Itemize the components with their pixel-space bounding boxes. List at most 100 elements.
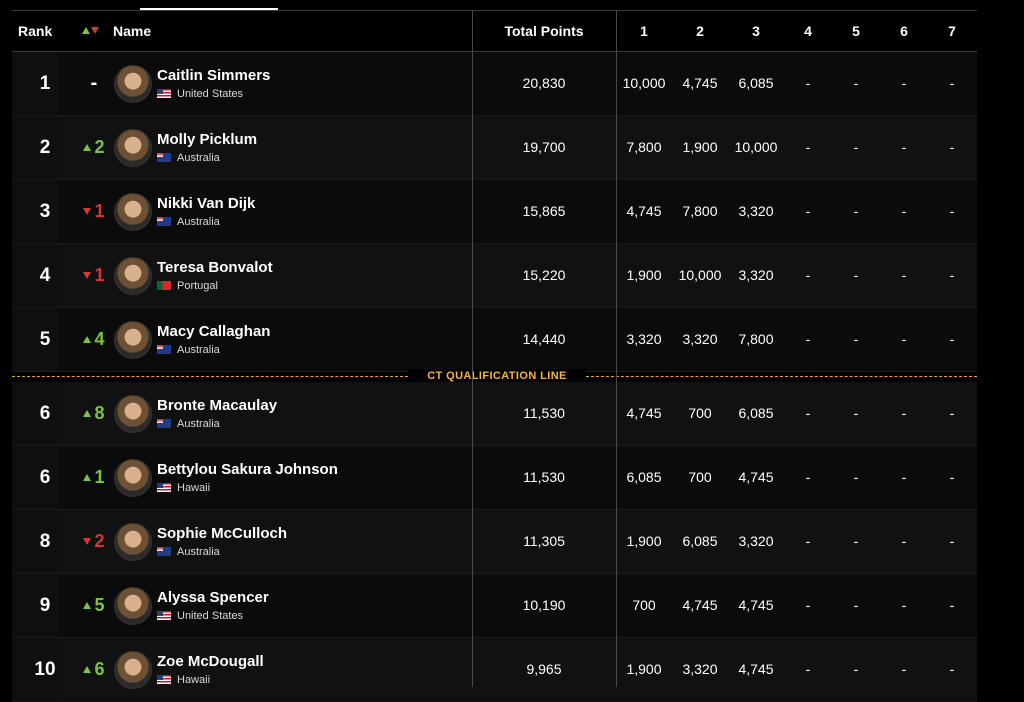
event-2-points-cell: 700 <box>688 469 712 485</box>
qualification-label: CT QUALIFICATION LINE <box>408 369 586 383</box>
event-6-column-header[interactable]: 6 <box>880 11 928 51</box>
rank-change: 1 <box>74 446 114 509</box>
athlete-name[interactable]: Teresa Bonvalot <box>157 259 273 276</box>
athlete-country: Australia <box>157 216 220 228</box>
event-5-column-header[interactable]: 5 <box>832 11 880 51</box>
table-row[interactable]: 10 6 Zoe McDougall Hawaii 9,965 1,900 3,320 4,7… <box>12 638 977 702</box>
table-row[interactable]: 4 1 Teresa Bonvalot Portugal 15,220 1,900 10,0… <box>12 244 977 308</box>
event-3-points-cell: 3,320 <box>738 533 774 549</box>
event-6-points-cell: - <box>901 267 907 283</box>
athlete-country: Australia <box>157 152 220 164</box>
rank-change: 1 <box>74 244 114 307</box>
event-2-points-cell: 4,745 <box>682 597 718 613</box>
rank-change: 8 <box>74 382 114 445</box>
rank-column-header[interactable]: Rank <box>18 11 52 51</box>
event-7-points-cell: - <box>949 661 955 677</box>
event-4-points-cell: - <box>805 661 811 677</box>
athlete-avatar[interactable] <box>114 193 152 231</box>
event-7-points-cell: - <box>949 469 955 485</box>
event-2-points-cell: 4,745 <box>682 75 718 91</box>
total-points-cell: 19,700 <box>522 139 566 155</box>
au-flag-icon <box>157 547 171 556</box>
event-4-points-cell: - <box>805 75 811 91</box>
event-2-points-cell: 7,800 <box>682 203 718 219</box>
athlete-name[interactable]: Macy Callaghan <box>157 323 270 340</box>
table-row[interactable]: 6 1 Bettylou Sakura Johnson Hawaii 11,530 6,0… <box>12 446 977 510</box>
table-row[interactable]: 3 1 Nikki Van Dijk Australia 15,865 4,745 7,80… <box>12 180 977 244</box>
up-arrow-icon <box>83 474 92 481</box>
rank-change: 4 <box>74 308 114 371</box>
athlete-name[interactable]: Zoe McDougall <box>157 653 264 670</box>
rank-cell: 1 <box>39 73 51 94</box>
rank-cell: 3 <box>39 201 51 222</box>
event-5-points-cell: - <box>853 203 859 219</box>
rank-cell: 6 <box>39 467 51 488</box>
movement-sort-icon[interactable] <box>82 11 102 51</box>
au-flag-icon <box>157 345 171 354</box>
event-5-points-cell: - <box>853 661 859 677</box>
event-1-points-cell: 7,800 <box>626 139 662 155</box>
total-points-cell: 9,965 <box>526 661 562 677</box>
athlete-avatar[interactable] <box>114 129 152 167</box>
athlete-country: Hawaii <box>157 482 210 494</box>
event-3-points-cell: 4,745 <box>738 597 774 613</box>
athlete-name[interactable]: Sophie McCulloch <box>157 525 287 542</box>
event-4-points-cell: - <box>805 139 811 155</box>
hi-flag-icon <box>157 483 171 492</box>
us-flag-icon <box>157 611 171 620</box>
athlete-name[interactable]: Bettylou Sakura Johnson <box>157 461 338 478</box>
table-row[interactable]: 6 8 Bronte Macaulay Australia 11,530 4,745 700… <box>12 382 977 446</box>
rank-change: 2 <box>74 510 114 573</box>
athlete-name[interactable]: Caitlin Simmers <box>157 67 270 84</box>
athlete-avatar[interactable] <box>114 651 152 689</box>
table-row[interactable]: 2 2 Molly Picklum Australia 19,700 7,800 1,900… <box>12 116 977 180</box>
up-arrow-icon <box>83 144 92 151</box>
table-row[interactable]: 5 4 Macy Callaghan Australia 14,440 3,320 3,32… <box>12 308 977 372</box>
athlete-country: Australia <box>157 418 220 430</box>
event-1-points-cell: 700 <box>632 597 656 613</box>
down-arrow-icon <box>83 208 92 215</box>
athlete-name[interactable]: Bronte Macaulay <box>157 397 277 414</box>
rankings-table: Rank Name Total Points 1 2 3 4 5 6 7 1 - C… <box>12 10 977 702</box>
rank-cell: 10 <box>34 659 56 680</box>
event-2-column-header[interactable]: 2 <box>672 11 728 51</box>
event-6-points-cell: - <box>901 203 907 219</box>
event-4-points-cell: - <box>805 533 811 549</box>
event-6-points-cell: - <box>901 331 907 347</box>
event-1-column-header[interactable]: 1 <box>616 11 672 51</box>
event-4-column-header[interactable]: 4 <box>784 11 832 51</box>
event-3-points-cell: 3,320 <box>738 267 774 283</box>
total-points-cell: 11,530 <box>523 469 565 485</box>
total-points-column-header[interactable]: Total Points <box>472 11 616 51</box>
event-7-points-cell: - <box>949 533 955 549</box>
event-5-points-cell: - <box>853 267 859 283</box>
athlete-avatar[interactable] <box>114 395 152 433</box>
event-6-points-cell: - <box>901 405 907 421</box>
table-row[interactable]: 8 2 Sophie McCulloch Australia 11,305 1,900 6,… <box>12 510 977 574</box>
event-3-column-header[interactable]: 3 <box>728 11 784 51</box>
rank-change: 1 <box>74 180 114 243</box>
athlete-avatar[interactable] <box>114 523 152 561</box>
event-2-points-cell: 1,900 <box>682 139 718 155</box>
athlete-avatar[interactable] <box>114 257 152 295</box>
up-arrow-icon <box>83 410 92 417</box>
event-3-points-cell: 6,085 <box>738 75 774 91</box>
event-2-points-cell: 700 <box>688 405 712 421</box>
athlete-name[interactable]: Molly Picklum <box>157 131 257 148</box>
table-header: Rank Name Total Points 1 2 3 4 5 6 7 <box>12 10 977 52</box>
event-3-points-cell: 10,000 <box>734 139 778 155</box>
table-row[interactable]: 9 5 Alyssa Spencer United States 10,190 700 4,… <box>12 574 977 638</box>
rank-change: 6 <box>74 638 114 701</box>
table-row[interactable]: 1 - Caitlin Simmers United States 20,830 10,0… <box>12 52 977 116</box>
athlete-avatar[interactable] <box>114 321 152 359</box>
event-3-points-cell: 6,085 <box>738 405 774 421</box>
event-7-column-header[interactable]: 7 <box>928 11 976 51</box>
athlete-avatar[interactable] <box>114 587 152 625</box>
athlete-avatar[interactable] <box>114 459 152 497</box>
event-6-points-cell: - <box>901 469 907 485</box>
athlete-name[interactable]: Alyssa Spencer <box>157 589 269 606</box>
athlete-avatar[interactable] <box>114 65 152 103</box>
athlete-name[interactable]: Nikki Van Dijk <box>157 195 255 212</box>
name-column-header[interactable]: Name <box>113 11 151 51</box>
event-7-points-cell: - <box>949 405 955 421</box>
